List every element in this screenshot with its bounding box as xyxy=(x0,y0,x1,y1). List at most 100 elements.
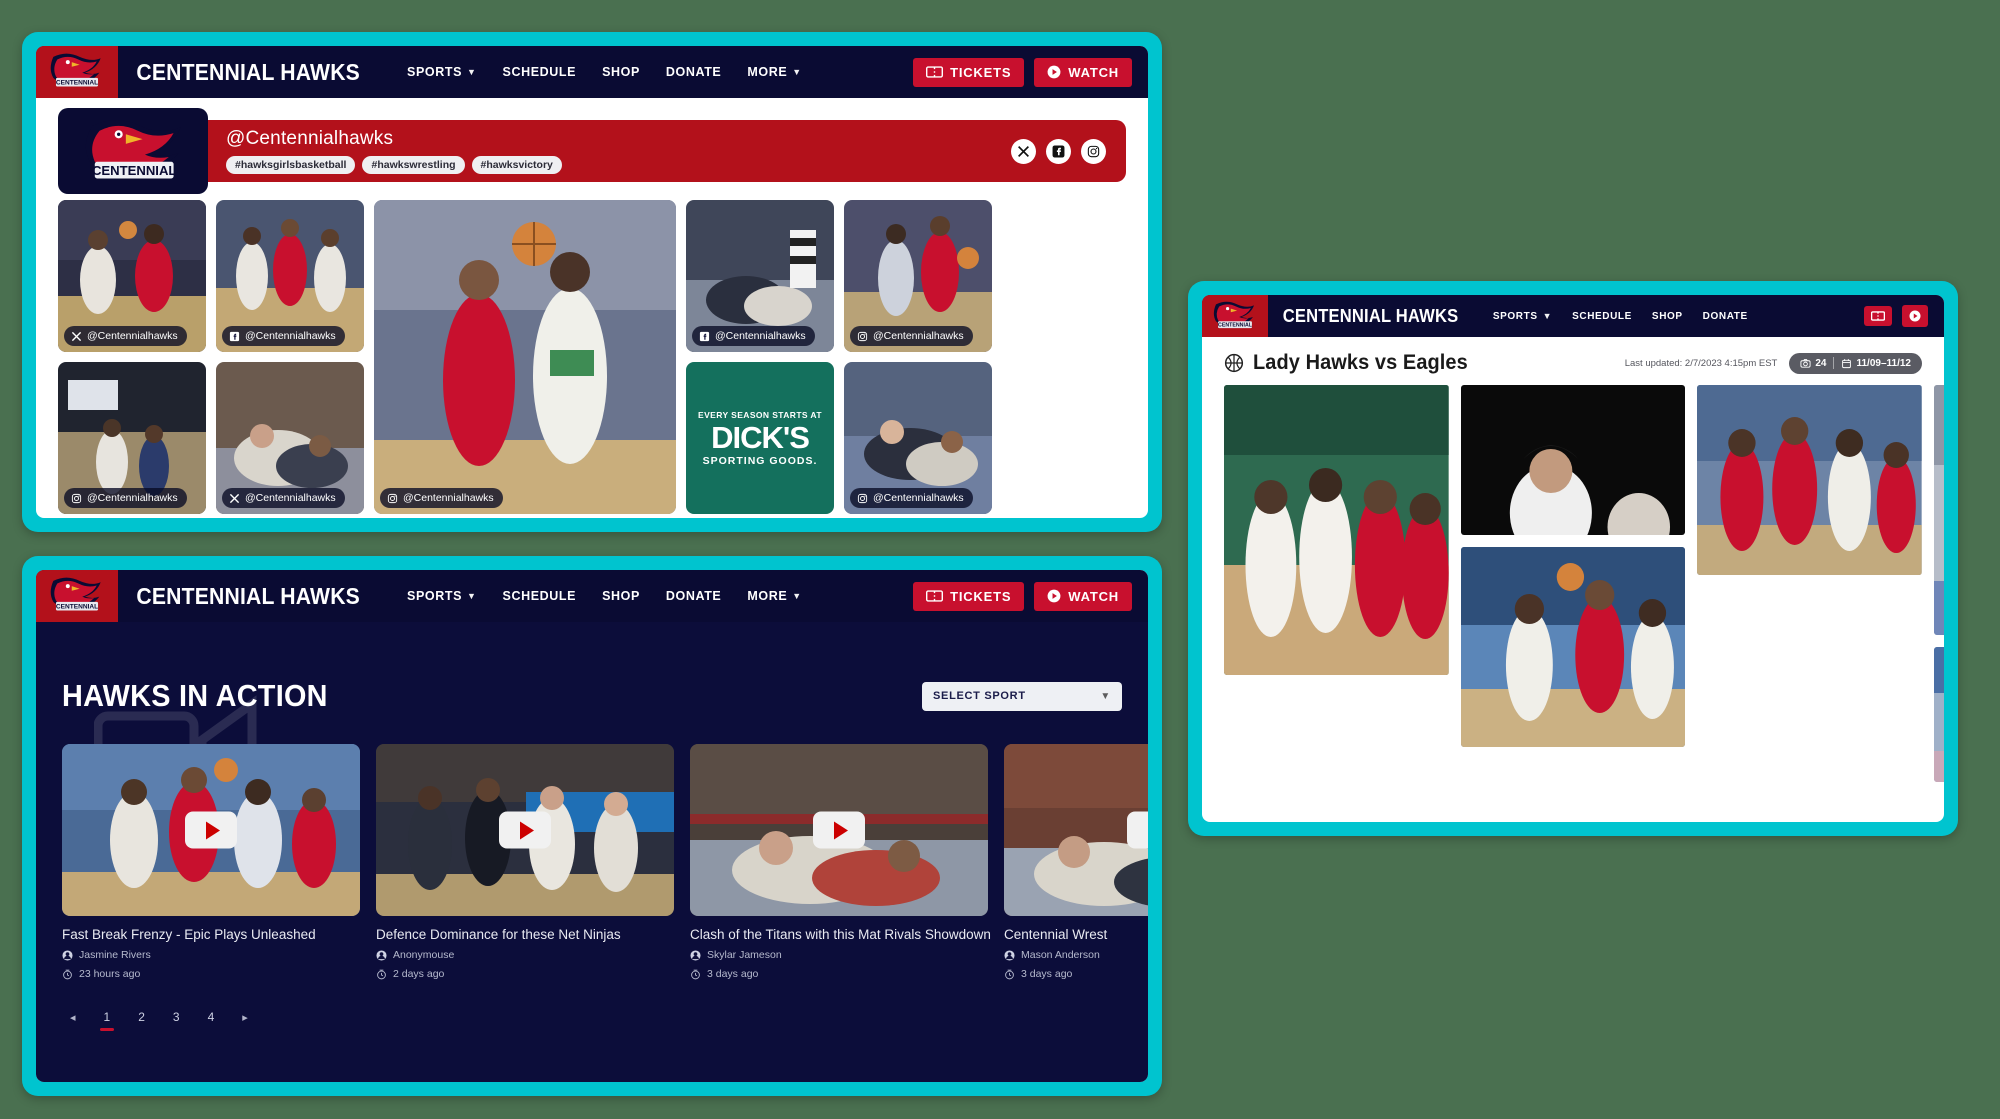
video-section: HAWKS IN ACTION SELECT SPORT ▼ Fast Brea… xyxy=(36,622,1148,1082)
site-logo[interactable]: CENTENNIAL xyxy=(36,570,118,622)
play-button[interactable] xyxy=(499,811,551,849)
select-sport-dropdown[interactable]: SELECT SPORT ▼ xyxy=(922,681,1122,711)
pagination-page-1[interactable]: 1 xyxy=(99,1010,114,1031)
nav-label: MORE xyxy=(747,589,788,603)
video-author: Skylar Jameson xyxy=(690,949,988,961)
gallery-photo[interactable] xyxy=(1460,547,1686,747)
nav-item-sports[interactable]: SPORTS ▼ xyxy=(407,65,477,79)
tile-caption: @Centennialhawks xyxy=(64,488,187,508)
social-panel-navbar: CENTENNIAL CENTENNIAL HAWKS SPORTS ▼ SCHE… xyxy=(36,46,1148,98)
video-thumbnail[interactable] xyxy=(62,744,360,916)
nav-item-shop[interactable]: SHOP xyxy=(1652,311,1683,322)
play-button[interactable] xyxy=(1127,811,1148,849)
nav-item-donate[interactable]: DONATE xyxy=(666,589,721,603)
social-handle-band: CENTENNIAL @Centennialhawks #hawksgirlsb… xyxy=(58,108,1126,194)
nav-item-more[interactable]: MORE ▼ xyxy=(747,589,801,603)
video-time: 3 days ago xyxy=(690,968,988,980)
social-tile-featured[interactable]: @Centennialhawks xyxy=(374,200,676,514)
user-icon xyxy=(1004,949,1015,961)
hashtag-chip[interactable]: #hawksgirlsbasketball xyxy=(226,156,356,174)
gallery-photo-featured[interactable] xyxy=(1933,385,1944,635)
nav-item-sports[interactable]: SPORTS ▼ xyxy=(1493,311,1552,322)
tile-caption-text: @Centennialhawks xyxy=(87,492,178,504)
nav-item-more[interactable]: MORE ▼ xyxy=(747,65,801,79)
watch-button[interactable]: WATCH xyxy=(1034,581,1132,611)
nav-label: SPORTS xyxy=(1492,310,1538,322)
nav-item-schedule[interactable]: SCHEDULE xyxy=(503,65,577,79)
social-tile[interactable]: @Centennialhawks xyxy=(216,362,364,514)
pagination-prev[interactable]: ◂ xyxy=(70,1011,76,1024)
nav-item-shop[interactable]: SHOP xyxy=(602,65,640,79)
gallery-photo[interactable] xyxy=(1224,385,1449,675)
hashtag-chip[interactable]: #hawkswrestling xyxy=(362,156,465,174)
video-card[interactable]: Fast Break Frenzy - Epic Plays Unleashed… xyxy=(62,744,360,980)
nav-item-donate[interactable]: DONATE xyxy=(1703,311,1748,322)
hashtag-chip[interactable]: #hawksvictory xyxy=(471,156,562,174)
site-logo[interactable]: CENTENNIAL xyxy=(36,46,118,98)
video-time-text: 3 days ago xyxy=(1021,968,1073,980)
facebook-icon[interactable] xyxy=(1046,138,1071,164)
video-time: 3 days ago xyxy=(1004,968,1148,980)
pagination-page-4[interactable]: 4 xyxy=(208,1010,215,1024)
pagination-page-2[interactable]: 2 xyxy=(138,1010,145,1024)
hawk-logo-icon: CENTENNIAL xyxy=(50,53,101,86)
tickets-button[interactable]: TICKETS xyxy=(913,581,1025,611)
watch-button[interactable] xyxy=(1902,305,1928,327)
gallery-last-updated: Last updated: 2/7/2023 4:15pm EST xyxy=(1624,357,1778,369)
social-tile[interactable]: @Centennialhawks xyxy=(216,200,364,352)
video-card[interactable]: Defence Dominance for these Net Ninjas A… xyxy=(376,744,674,980)
instagram-icon[interactable] xyxy=(1081,138,1106,164)
social-tile[interactable]: @Centennialhawks xyxy=(58,200,206,352)
date-range-badge: 11/09–11/12 xyxy=(1834,358,1918,369)
tile-caption: @Centennialhawks xyxy=(850,488,973,508)
pagination-next[interactable]: ▸ xyxy=(242,1011,248,1024)
watch-button[interactable]: WATCH xyxy=(1034,57,1132,87)
social-tile[interactable]: @Centennialhawks xyxy=(686,200,834,352)
tile-caption-text: @Centennialhawks xyxy=(873,330,964,342)
x-icon xyxy=(71,331,82,341)
social-tile[interactable]: @Centennialhawks xyxy=(844,200,992,352)
nav-item-donate[interactable]: DONATE xyxy=(666,65,721,79)
play-triangle-icon xyxy=(833,821,848,839)
video-thumbnail[interactable] xyxy=(376,744,674,916)
play-button[interactable] xyxy=(185,811,237,849)
user-icon xyxy=(62,949,73,961)
video-thumbnail[interactable] xyxy=(1004,744,1148,916)
gallery-photo[interactable] xyxy=(1697,385,1922,575)
site-logo[interactable]: CENTENNIAL xyxy=(1202,295,1268,337)
clock-icon xyxy=(1005,969,1014,979)
user-icon xyxy=(376,949,387,961)
photo-gallery-5 xyxy=(1697,385,1922,575)
tile-caption-text: @Centennialhawks xyxy=(87,330,178,342)
gallery-header: Lady Hawks vs Eagles Last updated: 2/7/2… xyxy=(1202,337,1944,385)
video-panel-content: CENTENNIAL CENTENNIAL HAWKS SPORTS ▼ SCHE… xyxy=(36,570,1148,1082)
user-icon xyxy=(690,949,701,961)
nav-item-schedule[interactable]: SCHEDULE xyxy=(1572,311,1632,322)
social-tile[interactable]: @Centennialhawks xyxy=(844,362,992,514)
sponsor-ad-tile[interactable]: EVERY SEASON STARTS AT DICK'S SPORTING G… xyxy=(686,362,834,514)
video-card[interactable]: Clash of the Titans with this Mat Rivals… xyxy=(690,744,991,980)
video-card-row: Fast Break Frenzy - Epic Plays Unleashed… xyxy=(36,714,1148,980)
video-card[interactable]: Centennial Wrest Mason Anderson 3 days a… xyxy=(1004,744,1148,980)
svg-text:CENTENNIAL: CENTENNIAL xyxy=(56,603,98,610)
video-thumbnail[interactable] xyxy=(690,744,988,916)
pagination-page-3[interactable]: 3 xyxy=(173,1010,180,1024)
nav-item-sports[interactable]: SPORTS ▼ xyxy=(407,589,477,603)
gallery-photo[interactable] xyxy=(1933,647,1944,782)
x-icon[interactable] xyxy=(1011,138,1036,164)
basketball-icon xyxy=(1224,353,1244,373)
social-tile[interactable]: @Centennialhawks xyxy=(58,362,206,514)
tickets-button[interactable]: TICKETS xyxy=(913,57,1025,87)
gallery-photo[interactable] xyxy=(1460,385,1686,535)
video-title: Clash of the Titans with this Mat Rivals… xyxy=(690,927,991,942)
clock-icon xyxy=(377,969,386,979)
tickets-button[interactable] xyxy=(1864,306,1892,326)
video-title: Centennial Wrest xyxy=(1004,927,1108,942)
date-range-text: 11/09–11/12 xyxy=(1856,357,1911,369)
nav-item-schedule[interactable]: SCHEDULE xyxy=(503,589,577,603)
ad-subtitle: SPORTING GOODS. xyxy=(702,454,818,467)
chevron-down-icon: ▼ xyxy=(467,591,477,601)
nav-item-shop[interactable]: SHOP xyxy=(602,589,640,603)
gallery-masonry xyxy=(1202,385,1944,785)
play-button[interactable] xyxy=(813,811,865,849)
